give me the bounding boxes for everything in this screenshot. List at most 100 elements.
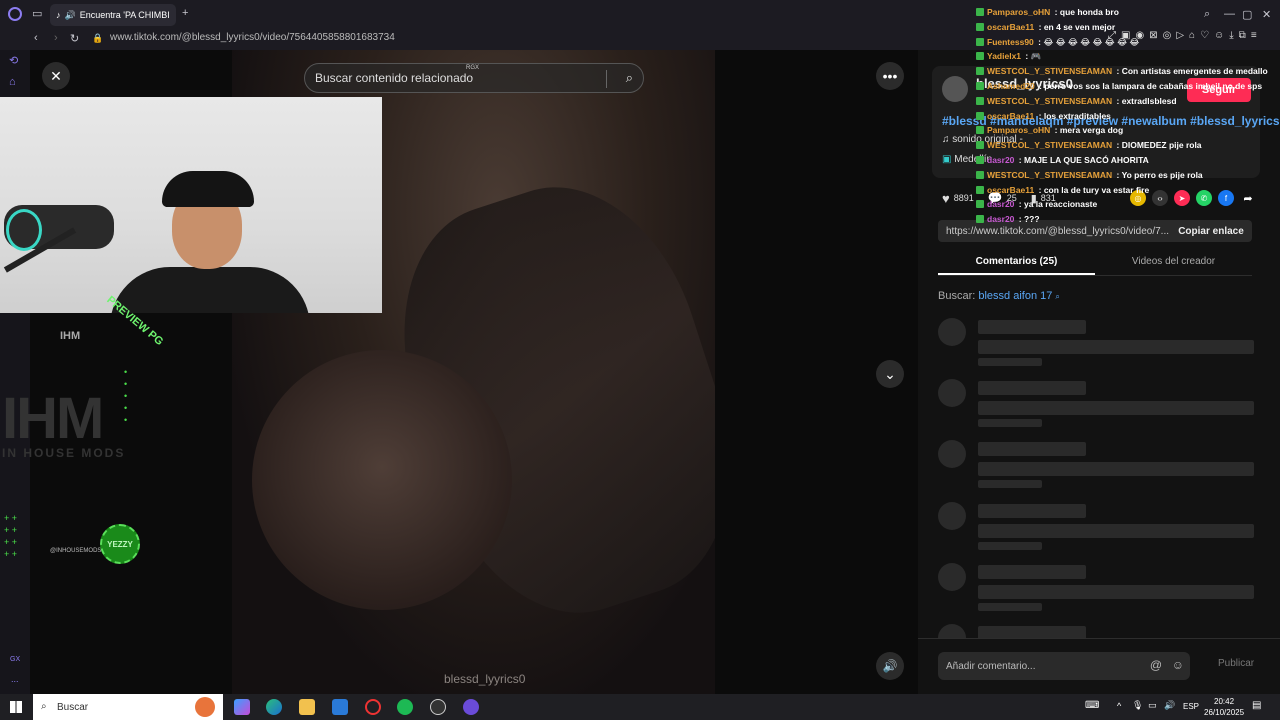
chat-separator: :: [1114, 95, 1122, 106]
chat-separator: :: [1114, 140, 1122, 151]
mic-tray-icon[interactable]: 🎙: [1132, 700, 1143, 711]
comment-placeholder: Añadir comentario...: [946, 660, 1036, 672]
tray-chevron-icon[interactable]: ^: [1117, 701, 1121, 711]
audio-icon[interactable]: 🔊: [65, 10, 76, 21]
tab-active[interactable]: ♪ 🔊 Encuentra 'PA CHIMBI: [50, 4, 176, 26]
copilot-icon[interactable]: [234, 699, 250, 715]
chat-text: extradlsblesd: [1121, 95, 1177, 106]
new-tab-button[interactable]: +: [182, 7, 188, 19]
green-dots-column: • • • • •: [124, 367, 128, 425]
green-plus-grid: + + + + + + + +: [4, 513, 18, 559]
forward-icon[interactable]: ›: [54, 32, 58, 44]
search-highlight-icon: [195, 697, 215, 717]
volume-tray-icon[interactable]: 🔊: [1164, 700, 1175, 711]
screen: ▭ ♪ 🔊 Encuentra 'PA CHIMBI + ⌕ — ▢ ✕ ‹ ›…: [0, 0, 1280, 720]
tab-comments[interactable]: Comentarios (25): [938, 250, 1095, 275]
obs-icon[interactable]: [430, 699, 446, 715]
chat-message: dasr20 : ya la reaccionaste: [976, 199, 1097, 209]
clock-time: 20:42: [1214, 697, 1235, 706]
chat-badge-icon: [976, 52, 984, 61]
like-count: 8891: [953, 193, 974, 203]
comment-input[interactable]: Añadir comentario... @ ☺: [938, 652, 1190, 680]
chat-message: oscarBae11 : los extraditables: [976, 111, 1111, 121]
chat-username: oscarBae11: [987, 184, 1035, 195]
comment-skeleton: [938, 440, 1254, 500]
panel-tabs: Comentarios (25) Videos del creador: [938, 250, 1252, 276]
sidebar-twitch-icon[interactable]: ⌂: [9, 76, 16, 88]
tab-creator-videos[interactable]: Videos del creador: [1095, 250, 1252, 275]
chat-username: dasr20: [987, 214, 1015, 225]
chat-username: Yadielx1: [987, 51, 1022, 62]
comment-skeleton: [938, 502, 1254, 562]
chat-text: mera verga dog: [1059, 125, 1124, 136]
chat-username: Ashamed20: [987, 81, 1035, 91]
chat-badge-icon: [976, 67, 984, 76]
chat-badge-icon: [976, 96, 984, 105]
related-search-placeholder: Buscar contenido relacionado: [315, 71, 474, 85]
spotify-icon[interactable]: [397, 699, 413, 715]
tab-manager-icon[interactable]: ▭: [32, 7, 42, 20]
chat-text: Con artistas emergentes de medallo: [1121, 66, 1268, 77]
chat-badge-icon: [976, 22, 984, 31]
chat-badge-icon: [976, 200, 984, 209]
store-icon[interactable]: [332, 699, 348, 715]
emoji-icon[interactable]: ☺: [1172, 658, 1184, 672]
chat-text: en 4 se ven mejor: [1043, 21, 1116, 32]
ihm-logo-small: IHM: [60, 330, 81, 342]
comment-skeleton: [938, 379, 1254, 439]
chat-username: oscarBae11: [987, 110, 1035, 121]
chat-separator: :: [1052, 7, 1060, 17]
chat-message: oscarBae11 : en 4 se ven mejor: [976, 22, 1115, 32]
suggested-search[interactable]: Buscar: blessd aifon 17 ⌕: [938, 290, 1060, 302]
taskbar-search[interactable]: ⌕ Buscar: [33, 694, 223, 720]
chat-badge-icon: [976, 8, 984, 16]
chat-username: dasr20: [987, 199, 1015, 210]
volume-button[interactable]: 🔊: [876, 652, 904, 680]
chat-message: dasr20 : ???: [976, 214, 1040, 224]
chat-message: Ashamed20 : perro vos sos la lampara de …: [976, 81, 1262, 91]
stream-overlay: [0, 313, 232, 694]
taskbar-search-label: Buscar: [57, 701, 89, 713]
next-video-button[interactable]: ⌄: [876, 360, 904, 388]
opera-gx-logo-icon[interactable]: [8, 7, 22, 21]
back-icon[interactable]: ‹: [34, 32, 38, 44]
opera-gx-taskbar-icon[interactable]: [365, 699, 381, 715]
comment-skeleton: [938, 318, 1254, 378]
app-icon[interactable]: [463, 699, 479, 715]
windows-start-icon[interactable]: [10, 701, 22, 713]
chat-badge-icon: [976, 111, 984, 120]
location-icon: ▣: [942, 154, 955, 165]
notifications-icon[interactable]: ▤: [1252, 700, 1261, 711]
edge-icon[interactable]: [266, 699, 282, 715]
search-icon[interactable]: ⌕: [626, 70, 633, 86]
chat-separator: :: [1023, 51, 1031, 62]
heart-icon: ♥: [942, 190, 950, 206]
chat-username: Fuentess90: [987, 36, 1034, 47]
chat-username: WESTCOL_Y_STIVENSEAMAN: [987, 140, 1113, 151]
chat-username: oscarBae11: [987, 21, 1035, 32]
taskbar-clock[interactable]: 20:42 26/10/2025: [1204, 696, 1244, 718]
reload-icon[interactable]: ↻: [70, 32, 79, 45]
sidebar-gx-corner-icon[interactable]: ⟲: [9, 54, 18, 67]
video-frame-face: [252, 350, 512, 610]
video-watermark: blessd_lyyrics0: [444, 672, 526, 686]
publish-button[interactable]: Publicar: [1218, 658, 1254, 669]
like-button[interactable]: ♥ 8891: [942, 191, 974, 206]
search-divider: [606, 70, 607, 88]
chat-message: dasr20 : MAJE LA QUE SACÓ AHORITA: [976, 155, 1149, 165]
chat-message: WESTCOL_Y_STIVENSEAMAN : extradlsblesd: [976, 96, 1177, 106]
chat-separator: :: [1052, 125, 1060, 136]
avatar[interactable]: [942, 76, 968, 102]
mention-icon[interactable]: @: [1150, 658, 1162, 672]
chat-text: con la de tury va estar fire: [1043, 184, 1150, 195]
yezzy-badge: YEZZY: [100, 524, 140, 564]
rgx-badge: RGX: [466, 65, 480, 71]
url-text[interactable]: www.tiktok.com/@blessd_lyyrics0/video/75…: [110, 32, 395, 43]
language-indicator[interactable]: ESP: [1183, 702, 1199, 711]
close-video-button[interactable]: ✕: [42, 62, 70, 90]
keyboard-icon[interactable]: ⌨: [1085, 700, 1099, 711]
more-options-button[interactable]: •••: [876, 62, 904, 90]
chat-username: WESTCOL_Y_STIVENSEAMAN: [987, 66, 1113, 77]
network-icon[interactable]: ▭: [1148, 700, 1157, 711]
file-explorer-icon[interactable]: [299, 699, 315, 715]
